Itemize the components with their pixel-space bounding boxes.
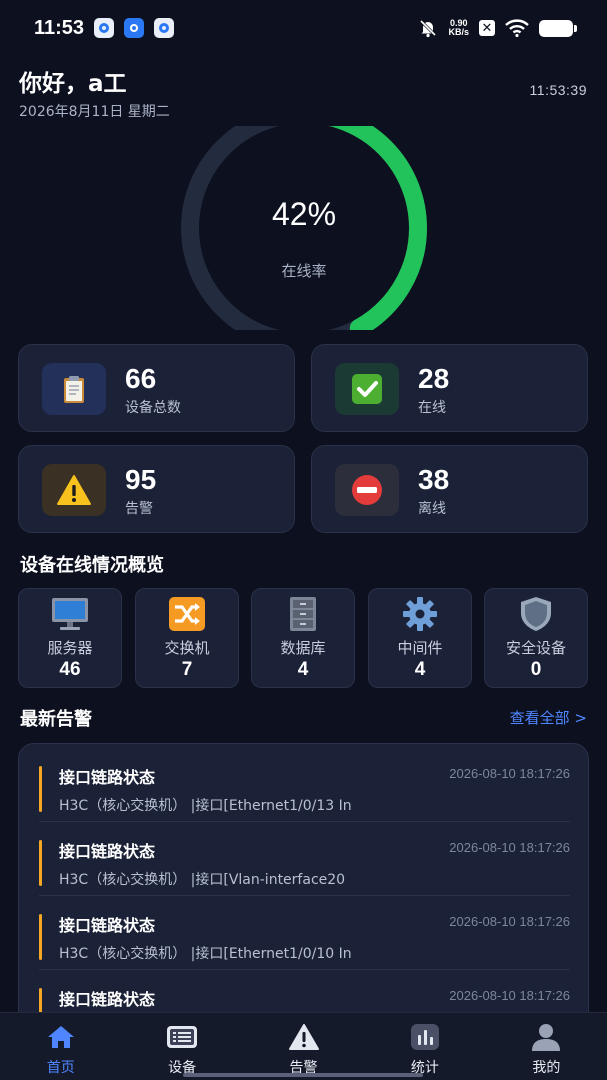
user-icon [532,1024,561,1051]
alert-item[interactable]: 接口链路状态 2026-08-10 18:17:26 H3C（核心交换机） |接… [39,822,570,896]
alerts-title: 最新告警 [20,709,92,730]
category-name: 数据库 [280,639,326,657]
alert-title: 接口链路状态 [59,842,156,861]
category-name: 服务器 [47,639,93,657]
mute-bell-icon [420,19,437,38]
notification-app-icon [124,18,145,38]
notification-app-icon [154,18,175,38]
category-card-database[interactable]: 数据库 4 [251,588,355,688]
stat-card-alarms[interactable]: 95 告警 [18,445,295,533]
stat-card-offline[interactable]: 38 离线 [311,445,588,533]
online-rate-label: 在线率 [281,262,327,280]
stat-label: 离线 [418,501,446,517]
nav-item-stats[interactable]: 统计 [364,1013,485,1080]
category-name: 安全设备 [505,639,566,657]
monitor-icon [52,598,88,630]
alert-time: 2026-08-10 18:17:26 [449,988,570,1003]
greeting-title: 你好，a工 [19,71,127,97]
clipboard-icon [64,376,84,403]
alert-severity-bar [39,766,42,812]
alert-severity-bar [39,840,42,886]
check-icon [352,374,382,404]
network-speed: 0.90 KB/s [448,19,469,37]
alerts-list: 接口链路状态 2026-08-10 18:17:26 H3C（核心交换机） |接… [18,743,589,1033]
stat-label: 设备总数 [125,400,181,416]
stat-card-total[interactable]: 66 设备总数 [18,344,295,432]
stat-icon-bg [42,363,106,415]
alert-severity-bar [39,914,42,960]
stat-label: 告警 [125,501,153,517]
alert-title: 接口链路状态 [59,768,156,787]
online-rate-gauge: 42% 在线率 [178,126,430,330]
warning-icon [57,475,91,505]
alert-icon [288,1024,319,1050]
alert-title: 接口链路状态 [59,916,156,935]
live-clock: 11:53:39 [529,82,587,98]
category-count: 4 [297,659,309,680]
category-count: 46 [59,659,81,680]
stat-icon-bg [335,464,399,516]
alert-item[interactable]: 接口链路状态 2026-08-10 18:17:26 H3C（核心交换机） |接… [39,896,570,970]
alert-time: 2026-08-10 18:17:26 [449,766,570,781]
alert-desc: H3C（核心交换机） |接口[Ethernet1/0/10 In [59,946,352,962]
status-time: 11:53 [34,16,85,39]
nav-item-profile[interactable]: 我的 [486,1013,607,1080]
no-entry-icon [352,475,382,505]
wifi-icon [505,19,529,37]
stat-icon-bg [42,464,106,516]
nav-item-home[interactable]: 首页 [0,1013,121,1080]
x-app-icon: ✕ [479,20,495,36]
home-icon [47,1026,74,1048]
notification-app-icon [94,18,115,38]
stats-icon [410,1024,439,1050]
shield-icon [521,597,551,631]
category-card-security[interactable]: 安全设备 0 [484,588,588,688]
category-name: 中间件 [397,639,443,657]
home-indicator[interactable] [183,1073,423,1077]
category-card-server[interactable]: 服务器 46 [18,588,122,688]
stat-value: 38 [418,464,450,495]
alert-time: 2026-08-10 18:17:26 [449,914,570,929]
stat-value: 66 [125,363,157,394]
alert-time: 2026-08-10 18:17:26 [449,840,570,855]
nav-item-devices[interactable]: 设备 [121,1013,242,1080]
category-card-switch[interactable]: 交换机 7 [135,588,239,688]
current-date: 2026年8月11日 星期二 [19,104,170,120]
status-bar: 11:53 0.90 KB/s ✕ [0,0,607,56]
alert-desc: H3C（核心交换机） |接口[Ethernet1/0/13 In [59,798,352,814]
stat-icon-bg [335,363,399,415]
alert-item[interactable]: 接口链路状态 2026-08-10 18:17:26 H3C（核心交换机） |接… [39,748,570,822]
category-count: 0 [530,659,542,680]
shuffle-icon [169,597,205,631]
category-card-middleware[interactable]: 中间件 4 [368,588,472,688]
view-all-link[interactable]: 查看全部 > [510,707,587,728]
alert-desc: H3C（核心交换机） |接口[Vlan-interface20 [59,872,346,888]
cabinet-icon [290,597,316,631]
gear-icon [403,597,437,631]
overview-title: 设备在线情况概览 [20,555,164,576]
category-count: 7 [181,659,193,680]
nav-label: 首页 [46,1060,75,1076]
category-count: 4 [414,659,426,680]
stat-value: 28 [418,363,450,394]
alert-title: 接口链路状态 [59,990,156,1009]
device-list-icon [167,1026,198,1048]
stat-card-online[interactable]: 28 在线 [311,344,588,432]
category-name: 交换机 [164,639,210,657]
stat-label: 在线 [418,400,446,416]
nav-label: 我的 [532,1060,561,1076]
stat-value: 95 [125,464,157,495]
bottom-nav: 首页 设备 告警 统计 我的 [0,1012,607,1080]
nav-item-alerts[interactable]: 告警 [243,1013,364,1080]
online-rate-value: 42% [271,196,337,232]
battery-icon [539,19,577,37]
greeting-block: 你好，a工 2026年8月11日 星期二 [19,64,170,121]
network-speed-unit: KB/s [448,27,469,37]
